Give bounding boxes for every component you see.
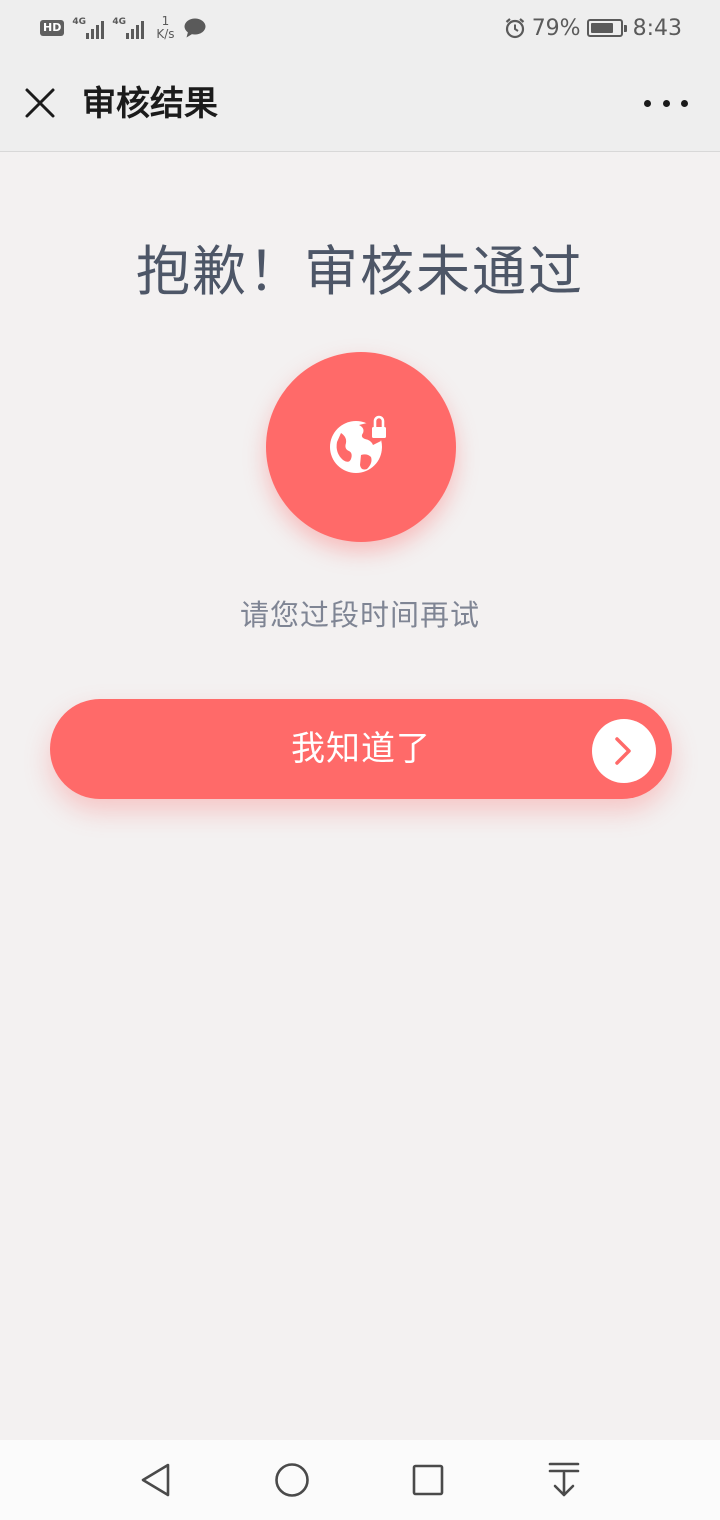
chat-bubble-icon — [184, 18, 206, 38]
more-dot-icon — [662, 99, 670, 107]
globe-lock-icon — [330, 411, 389, 473]
battery-fill — [590, 23, 613, 33]
battery-percent: 79% — [531, 15, 581, 41]
status-right: 79% 8:43 — [504, 12, 682, 44]
status-left: HD 4G 4G 1 K/s — [40, 12, 207, 44]
notification-pull-key[interactable] — [542, 1458, 586, 1502]
page-title: 审核结果 — [82, 84, 218, 124]
chevron-right-icon — [615, 737, 631, 765]
back-key[interactable] — [134, 1458, 178, 1502]
recents-square-icon — [412, 1464, 444, 1496]
network-type-label: 4G — [72, 17, 86, 27]
close-button[interactable] — [22, 85, 58, 121]
back-triangle-icon — [141, 1463, 170, 1497]
close-icon — [25, 88, 55, 118]
alarm-icon — [505, 18, 524, 39]
clock: 8:43 — [632, 15, 682, 41]
signal-icon: 4G — [72, 17, 105, 39]
network-speed: 1 K/s — [156, 15, 174, 41]
pull-down-icon — [548, 1462, 580, 1497]
speed-unit: K/s — [156, 27, 175, 41]
more-options-button[interactable] — [644, 89, 688, 117]
screen: HD 4G 4G 1 K/s 79% 8:43 审核结果 抱歉！审核未通过 请您… — [0, 0, 720, 1520]
status-bar: HD 4G 4G 1 K/s 79% 8:43 — [0, 0, 720, 56]
recents-key[interactable] — [406, 1458, 450, 1502]
more-dot-icon — [681, 99, 688, 107]
home-key[interactable] — [270, 1458, 314, 1502]
result-heading: 抱歉！审核未通过 — [136, 240, 584, 303]
signal-icon-2: 4G — [112, 17, 145, 39]
confirm-button-label: 我知道了 — [291, 729, 431, 769]
confirm-button[interactable]: 我知道了 — [50, 699, 672, 799]
arrow-circle — [592, 719, 656, 783]
result-subtitle: 请您过段时间再试 — [239, 598, 480, 632]
battery-icon — [586, 19, 627, 37]
hd-badge: HD — [40, 20, 65, 36]
home-circle-icon — [275, 1463, 309, 1497]
system-nav-bar — [0, 1440, 720, 1520]
network-type-label-2: 4G — [112, 17, 126, 27]
more-dot-icon — [644, 99, 651, 107]
nav-header: 审核结果 — [0, 56, 720, 152]
result-status-circle — [266, 352, 456, 542]
